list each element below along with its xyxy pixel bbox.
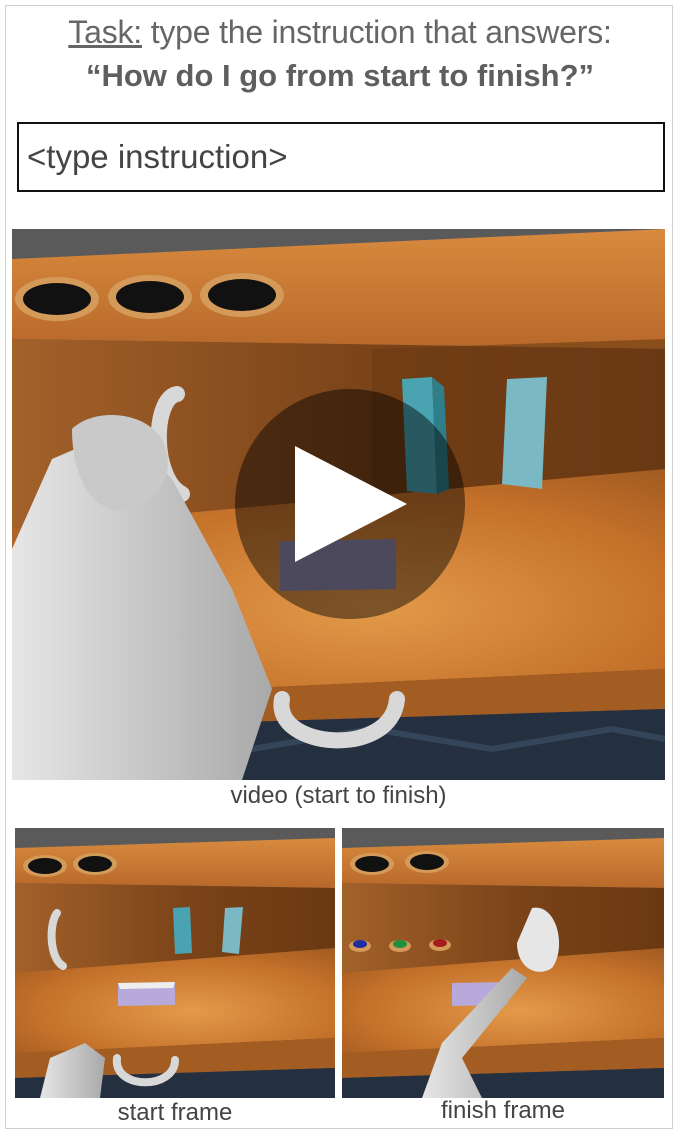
task-text: type the instruction that answers: [142, 14, 612, 50]
start-frame-image [15, 828, 335, 1098]
start-frame-caption: start frame [117, 1099, 233, 1126]
finish-frame-image [342, 828, 664, 1098]
task-label: Task: [68, 14, 142, 50]
video-scene [12, 229, 665, 780]
instruction-input[interactable] [17, 122, 665, 192]
task-header: Task: type the instruction that answers: [0, 14, 680, 51]
video-player[interactable] [12, 229, 665, 780]
video-caption: video (start to finish) [230, 782, 447, 809]
finish-frame-caption: finish frame [440, 1097, 566, 1124]
task-question: “How do I go from start to finish?” [85, 58, 595, 93]
